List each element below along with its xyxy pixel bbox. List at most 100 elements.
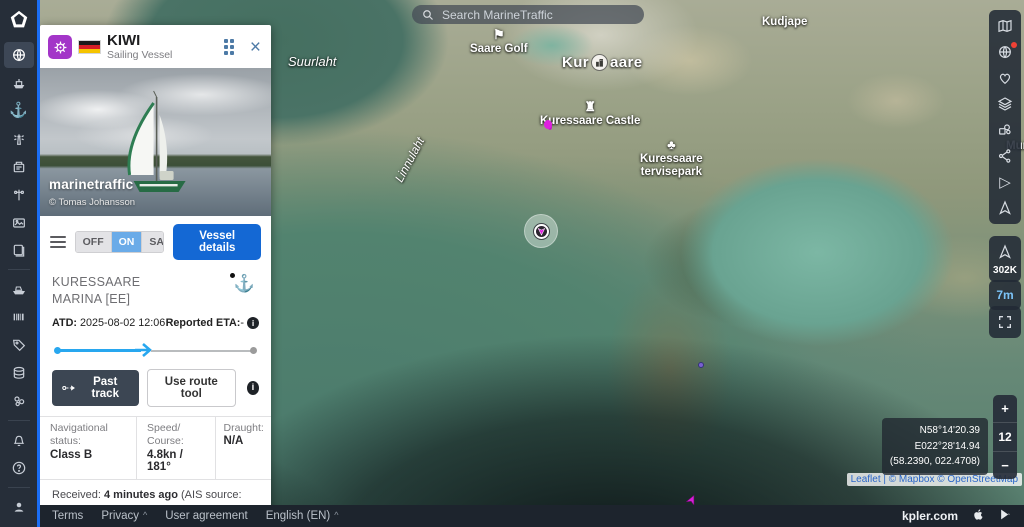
toggle-on[interactable]: ON <box>112 232 143 252</box>
vessel-photo[interactable]: marinetraffic © Tomas Johansson <box>40 68 271 216</box>
app-store-icon[interactable] <box>972 508 985 524</box>
past-track-icon <box>62 383 76 393</box>
footer-bar: Terms Privacy^ User agreement English (E… <box>40 505 1024 527</box>
eta-text: Reported ETA: -i <box>166 317 259 329</box>
footer-privacy[interactable]: Privacy^ <box>101 510 147 522</box>
past-track-button[interactable]: Past track <box>52 370 139 406</box>
selected-vessel-ring <box>533 223 550 240</box>
sidebar-lighthouse[interactable] <box>4 126 34 152</box>
speed-course-cell: Speed/ Course: 4.8kn / 181° <box>137 417 216 479</box>
progress-remaining-line <box>151 350 252 352</box>
sidebar-wind-farms[interactable] <box>4 182 34 208</box>
chevron-up-icon: ^ <box>334 510 338 520</box>
sidebar-stations[interactable] <box>4 154 34 180</box>
zoom-level: 12 <box>993 422 1017 452</box>
fullscreen-panel <box>989 306 1021 338</box>
toggle-sat[interactable]: SAT <box>142 232 164 252</box>
flag-germany-icon <box>78 40 101 54</box>
tree-icon: ♣ <box>667 138 676 151</box>
depth-value: 7m <box>996 283 1013 307</box>
sidebar-live-map[interactable] <box>4 42 34 68</box>
map-label-kuressaare-castle: ♜ Kuressaare Castle <box>540 100 640 128</box>
plugins-icon[interactable] <box>991 117 1019 143</box>
sidebar-photos[interactable] <box>4 210 34 236</box>
sidebar-divider <box>8 487 30 488</box>
sidebar-datasets[interactable] <box>4 360 34 386</box>
nav-status-cell: Navigational status: Class B <box>40 417 137 479</box>
photo-watermark: marinetraffic <box>49 177 133 192</box>
port-anchor-icon[interactable]: ⚓ <box>234 274 255 294</box>
favorites-icon[interactable] <box>991 65 1019 91</box>
sidebar-modules[interactable] <box>4 388 34 414</box>
destination-line1: KURESSAARE <box>52 274 140 291</box>
map-label-kudjape: Kudjape <box>762 16 807 28</box>
map-label-saare-golf: ⚑ Saare Golf <box>470 28 528 56</box>
kpler-link[interactable]: kpler.com <box>902 509 958 523</box>
marinetraffic-app: Suurlaht Linnulaht ⚑ Saare Golf Kur aare… <box>0 0 1024 527</box>
destination-line2: MARINA [EE] <box>52 291 140 308</box>
vessel-marker-east[interactable] <box>698 362 704 368</box>
share-network-icon[interactable] <box>991 143 1019 169</box>
vessel-count-panel[interactable]: 302K <box>989 236 1021 282</box>
coordinate-lat: N58°14'20.39 <box>890 423 980 439</box>
use-route-tool-button[interactable]: Use route tool <box>147 369 236 407</box>
sidebar-fleets[interactable] <box>4 276 34 302</box>
sidebar-help[interactable] <box>4 455 34 481</box>
vessel-status-table: Navigational status: Class B Speed/ Cour… <box>40 416 271 480</box>
destination-section: KURESSAARE MARINA [EE] ⚓ <box>40 266 271 310</box>
map-tools-panel: ▷ <box>989 10 1021 224</box>
coordinate-lon: E022°28'14.94 <box>890 439 980 455</box>
voyage-times-row: ATD: 2025-08-02 12:06 Reported ETA: -i <box>40 310 271 331</box>
footer-user-agreement[interactable]: User agreement <box>165 510 247 522</box>
draught-cell: Draught: N/A <box>216 417 271 479</box>
footer-language[interactable]: English (EN)^ <box>266 510 339 522</box>
progress-vessel-arrow <box>133 342 153 363</box>
selected-vessel-marker[interactable] <box>524 214 558 248</box>
route-info-icon[interactable]: i <box>247 381 259 395</box>
close-icon[interactable]: × <box>248 38 263 57</box>
vessel-details-button[interactable]: Vessel details <box>173 224 261 260</box>
search-bar[interactable] <box>412 5 644 24</box>
vessel-type-icon <box>48 35 72 59</box>
sidebar-vessels[interactable] <box>4 70 34 96</box>
zoom-control: + 12 − <box>993 395 1017 479</box>
vessel-marker-marina[interactable] <box>544 120 552 129</box>
fullscreen-icon[interactable] <box>991 309 1019 335</box>
popup-controls: OFF ON SAT Vessel details <box>40 216 271 266</box>
toggle-off[interactable]: OFF <box>76 232 112 252</box>
chevron-up-icon: ^ <box>143 510 147 520</box>
apps-grid-icon[interactable] <box>224 39 234 55</box>
zoom-out-button[interactable]: − <box>993 452 1017 479</box>
layers-globe-icon[interactable] <box>991 39 1019 65</box>
sidebar-notifications[interactable] <box>4 427 34 453</box>
map-label-linnulaht: Linnulaht <box>392 135 427 185</box>
vessel-arrow-icon <box>537 227 546 236</box>
vessel-marker-south[interactable] <box>686 494 698 505</box>
map-layers-icon[interactable] <box>991 91 1019 117</box>
menu-icon[interactable] <box>50 236 66 248</box>
marinetraffic-logo[interactable] <box>4 7 34 33</box>
search-input[interactable] <box>440 7 634 23</box>
zoom-in-button[interactable]: + <box>993 395 1017 422</box>
sidebar-barcode[interactable] <box>4 304 34 330</box>
sidebar-cards[interactable] <box>4 238 34 264</box>
sidebar-account[interactable] <box>4 494 34 520</box>
nautical-charts-icon[interactable] <box>991 13 1019 39</box>
track-toggle-group: OFF ON SAT <box>75 231 165 253</box>
sidebar-tags[interactable] <box>4 332 34 358</box>
google-play-icon[interactable] <box>999 508 1012 524</box>
map-label-suurlaht: Suurlaht <box>288 54 336 69</box>
atd-text: ATD: 2025-08-02 12:06 <box>52 317 165 329</box>
castle-icon: ♜ <box>584 100 596 113</box>
coordinates-box: N58°14'20.39 E022°28'14.94 (58.2390, 022… <box>882 418 988 475</box>
eta-info-icon[interactable]: i <box>247 317 259 329</box>
vessel-count: 302K <box>993 265 1017 279</box>
footer-terms[interactable]: Terms <box>52 510 83 522</box>
sidebar-ports[interactable]: ⚓ <box>4 98 34 124</box>
heading-arrow-icon[interactable] <box>991 195 1019 221</box>
sidebar-divider <box>8 420 30 421</box>
city-building-icon <box>591 54 608 71</box>
vessel-type-label: Sailing Vessel <box>107 50 218 62</box>
playback-icon[interactable]: ▷ <box>991 169 1019 195</box>
map-label-tervisepark: ♣ Kuressaare tervisepark <box>640 138 703 179</box>
